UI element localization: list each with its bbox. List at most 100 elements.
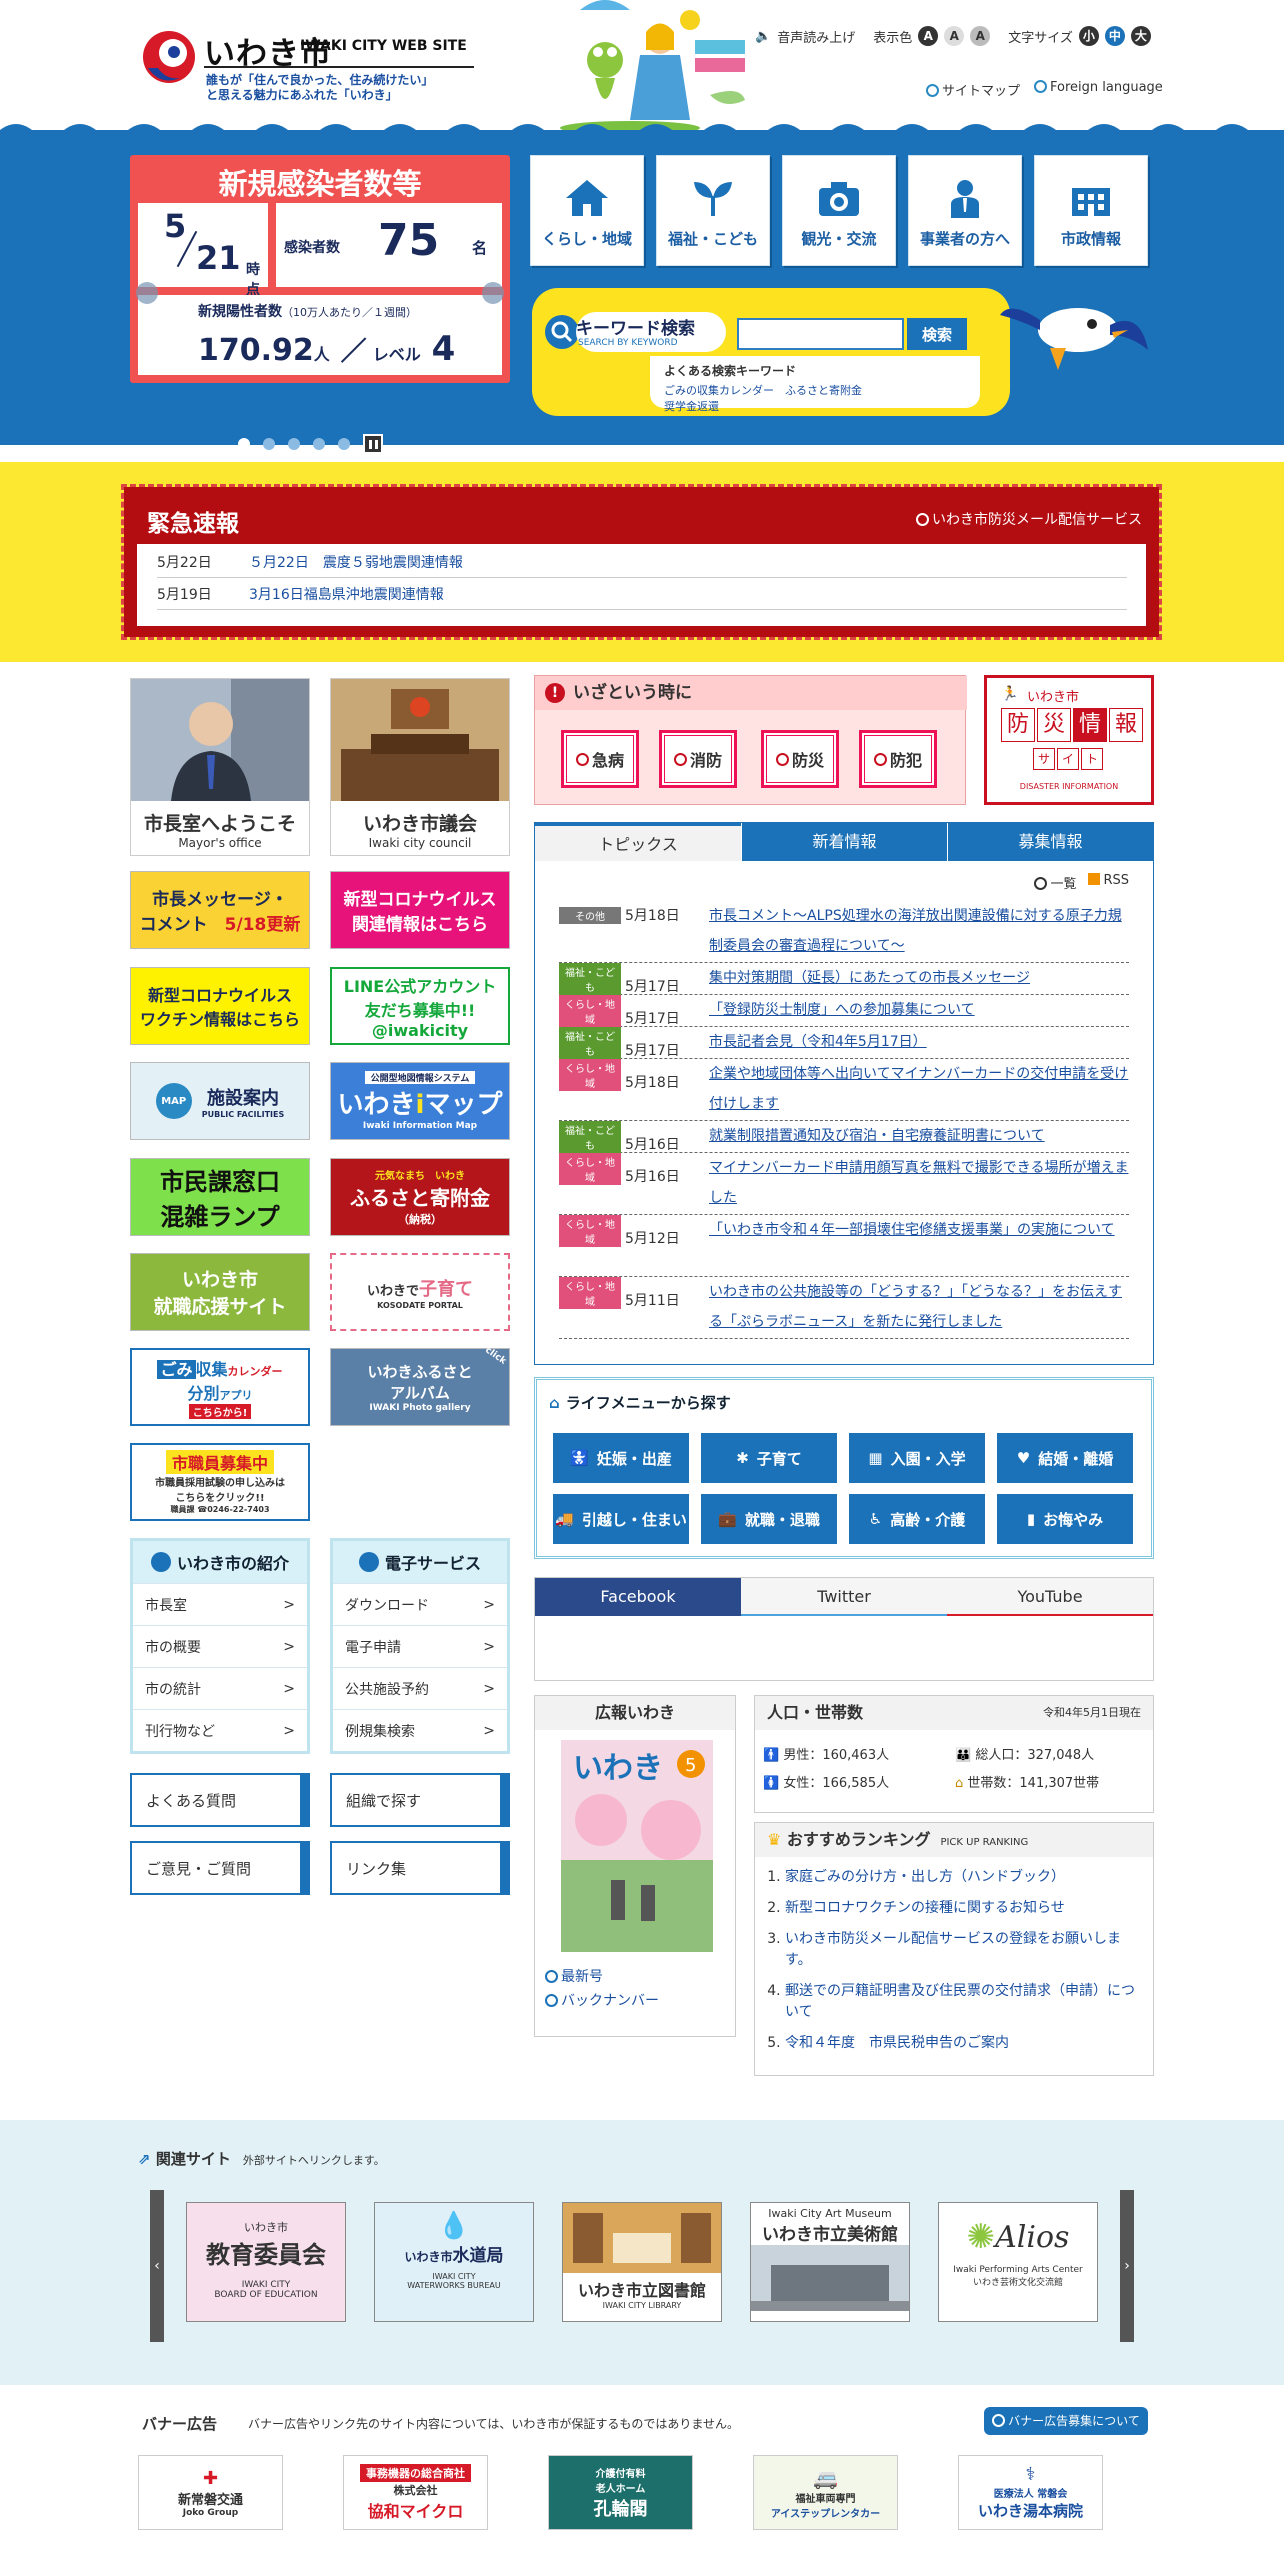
topic-link[interactable]: 就業制限措置通知及び宿泊・自宅療養証明書について <box>709 1121 1129 1151</box>
back-number-link[interactable]: バックナンバー <box>561 1993 659 2009</box>
staff-recruit-banner[interactable]: 市職員募集中 市職員採用試験の申し込みは こちらをクリック!! 職員課 ☎0246-2… <box>130 1443 310 1521</box>
color-option-white[interactable]: A <box>944 26 965 46</box>
latest-issue-link[interactable]: 最新号 <box>561 1969 603 1985</box>
ranking-link[interactable]: いわき市防災メール配信サービスの登録をお願いします。 <box>785 1931 1121 1968</box>
carousel-prev-button[interactable]: ‹ <box>150 2190 164 2342</box>
waterworks-banner[interactable]: 💧 いわき市水道局 IWAKI CITY WATERWORKS BUREAU <box>374 2202 534 2322</box>
logo-title-en[interactable]: IWAKI CITY WEB SITE <box>300 38 467 54</box>
topic-link[interactable]: マイナンバーカード申請用顔写真を無料で撮影できる場所が増えました <box>709 1153 1129 1213</box>
font-size-medium[interactable]: 中 <box>1104 26 1125 46</box>
eservice-item[interactable]: 例規集検索 > <box>333 1709 507 1751</box>
slider-next-button[interactable] <box>482 282 504 304</box>
life-marriage-button[interactable]: ♥ 結婚・離婚 <box>997 1433 1133 1483</box>
slider-dot[interactable] <box>263 438 275 450</box>
alios-banner[interactable]: ✺ Alios Iwaki Performing Arts Center いわき芸… <box>938 2202 1098 2322</box>
board-of-education-banner[interactable]: いわき市 教育委員会 IWAKI CITY BOARD OF EDUCATION <box>186 2202 346 2322</box>
topic-link[interactable]: 市長記者会見（令和4年5月17日） <box>709 1027 1129 1057</box>
link-collection-button[interactable]: リンク集 <box>330 1841 510 1895</box>
nav-kurashi[interactable]: くらし・地域 <box>530 155 644 266</box>
joko-banner[interactable]: ✚ 新常磐交通 Joko Group <box>138 2455 283 2530</box>
congestion-lamp-banner[interactable]: 市民課窓口 混雑ランプ <box>130 1158 310 1236</box>
disaster-prevention-button[interactable]: 防災 <box>761 730 839 788</box>
color-option-gray[interactable]: A <box>970 26 991 46</box>
topic-link[interactable]: いわき市の公共施設等の「どうする？」「どうなる？」をお伝えする「ぷらラボニュース… <box>709 1277 1129 1337</box>
eservice-item[interactable]: 電子申請 > <box>333 1625 507 1667</box>
fire-button[interactable]: 消防 <box>659 730 737 788</box>
list-all-link[interactable]: 一覧 <box>1034 873 1076 892</box>
intro-item[interactable]: 市の統計 > <box>133 1667 307 1709</box>
ranking-item[interactable]: いわき市防災メール配信サービスの登録をお願いします。 <box>785 1929 1145 1971</box>
emergency-illness-button[interactable]: 急病 <box>561 730 639 788</box>
carousel-next-button[interactable]: › <box>1120 2190 1134 2342</box>
furusato-donation-banner[interactable]: 元気なまち いわき ふるさと寄附金 （納税） <box>330 1158 510 1236</box>
bosai-mail-link[interactable]: いわき市防災メール配信サービス <box>916 509 1142 529</box>
eservice-item[interactable]: ダウンロード > <box>333 1583 507 1625</box>
art-museum-banner[interactable]: Iwaki City Art Museum いわき市立美術館 <box>750 2202 910 2322</box>
sitemap-link[interactable]: サイトマップ <box>926 80 1020 99</box>
magazine-cover-image[interactable]: いわき 5 <box>561 1740 713 1952</box>
keyword-link[interactable]: ごみの収集カレンダー <box>664 384 774 397</box>
yumoto-hospital-banner[interactable]: ⚕ 医療法人 常磐会 いわき湯本病院 <box>958 2455 1103 2530</box>
ranking-item[interactable]: 家庭ごみの分け方・出し方（ハンドブック） <box>785 1867 1145 1888</box>
pause-icon[interactable] <box>363 434 383 454</box>
faq-button[interactable]: よくある質問 <box>130 1773 310 1827</box>
tab-topics[interactable]: トピックス <box>535 823 741 861</box>
life-employment-button[interactable]: 💼 就職・退職 <box>701 1494 837 1544</box>
search-by-org-button[interactable]: 組織で探す <box>330 1773 510 1827</box>
life-childcare-button[interactable]: ✱ 子育て <box>701 1433 837 1483</box>
slider-dot[interactable] <box>288 438 300 450</box>
topic-link[interactable]: 市長コメント～ALPS処理水の海洋放出関連設備に対する原子力規制委員会の審査過程… <box>709 901 1129 961</box>
crime-prevention-button[interactable]: 防犯 <box>859 730 937 788</box>
mayor-office-card[interactable]: 市長室へようこそ Mayor's office <box>130 678 310 856</box>
kosodate-banner[interactable]: いわきで子育て KOSODATE PORTAL <box>330 1253 510 1331</box>
life-elderly-button[interactable]: ♿ 高齢・介護 <box>849 1494 985 1544</box>
ranking-item[interactable]: 新型コロナワクチンの接種に関するお知らせ <box>785 1898 1145 1919</box>
rss-link[interactable]: RSS <box>1088 873 1129 892</box>
list-all-label[interactable]: 一覧 <box>1050 877 1076 892</box>
search-input[interactable] <box>737 318 904 350</box>
ranking-item[interactable]: 令和４年度 市県民税申告のご案内 <box>785 2033 1145 2054</box>
speaker-icon[interactable]: 🔈 <box>755 29 771 44</box>
nav-jigyosha[interactable]: 事業者の方へ <box>908 155 1022 266</box>
opinion-button[interactable]: ご意見・ご質問 <box>130 1841 310 1895</box>
color-option-black[interactable]: A <box>918 26 939 46</box>
font-size-small[interactable]: 小 <box>1078 26 1099 46</box>
city-council-card[interactable]: いわき市議会 Iwaki city council <box>330 678 510 856</box>
intro-item[interactable]: 市長室 > <box>133 1583 307 1625</box>
tab-youtube[interactable]: YouTube <box>947 1578 1153 1616</box>
slider-dot[interactable] <box>238 438 250 450</box>
job-support-banner[interactable]: いわき市 就職応援サイト <box>130 1253 310 1331</box>
font-size-large[interactable]: 大 <box>1130 26 1151 46</box>
emergency-link[interactable]: ５月22日 震度５弱地震関連情報 <box>249 555 463 571</box>
foreign-language-label[interactable]: Foreign language <box>1050 80 1163 95</box>
slider-prev-button[interactable] <box>136 282 158 304</box>
topic-link[interactable]: 企業や地域団体等へ出向いてマイナンバーカードの交付申請を受け付けします <box>709 1059 1129 1119</box>
ranking-link[interactable]: 家庭ごみの分け方・出し方（ハンドブック） <box>785 1869 1065 1885</box>
garbage-app-banner[interactable]: ごみ 収集カレンダー 分別アプリ こちらから! <box>130 1348 310 1426</box>
slider-dot[interactable] <box>338 438 350 450</box>
life-condolence-button[interactable]: ▮ お悔やみ <box>997 1494 1133 1544</box>
korinkaku-banner[interactable]: 介護付有料 老人ホーム 孔輪閣 <box>548 2455 693 2530</box>
intro-item[interactable]: 刊行物など > <box>133 1709 307 1751</box>
intro-item[interactable]: 市の概要 > <box>133 1625 307 1667</box>
tab-facebook[interactable]: Facebook <box>535 1578 741 1616</box>
ranking-link[interactable]: 郵送での戸籍証明書及び住民票の交付請求（申請）について <box>785 1983 1135 2020</box>
nav-shisei[interactable]: 市政情報 <box>1034 155 1148 266</box>
photo-album-banner[interactable]: いわきふるさと アルバム IWAKI Photo gallery click <box>330 1345 510 1426</box>
iwaki-logo-icon[interactable] <box>140 28 198 86</box>
ranking-item[interactable]: 郵送での戸籍証明書及び住民票の交付請求（申請）について <box>785 1981 1145 2023</box>
covid-info-banner[interactable]: 新型コロナウイルス 関連情報はこちら <box>330 871 510 949</box>
disaster-info-banner[interactable]: いわき市 🏃 防 災 情 報 サ イ ト DISASTER INFORMATIO… <box>984 675 1154 805</box>
tab-new-info[interactable]: 新着情報 <box>741 823 947 861</box>
life-pregnancy-button[interactable]: 🚼 妊娠・出産 <box>553 1433 689 1483</box>
nav-kanko[interactable]: 観光・交流 <box>782 155 896 266</box>
bosai-mail-label[interactable]: いわき市防災メール配信サービス <box>932 512 1142 528</box>
rss-label[interactable]: RSS <box>1103 873 1129 888</box>
keyword-link[interactable]: 奨学金返還 <box>664 400 719 413</box>
tab-twitter[interactable]: Twitter <box>741 1578 947 1616</box>
ranking-link[interactable]: 令和４年度 市県民税申告のご案内 <box>785 2035 1009 2051</box>
kyowa-micro-banner[interactable]: 事務機器の総合商社 株式会社 協和マイクロ <box>343 2455 488 2530</box>
search-button[interactable]: 検索 <box>907 318 967 350</box>
life-moving-button[interactable]: 🚚 引越し・住まい <box>553 1494 689 1544</box>
emergency-link[interactable]: 3月16日福島県沖地震関連情報 <box>249 587 444 603</box>
